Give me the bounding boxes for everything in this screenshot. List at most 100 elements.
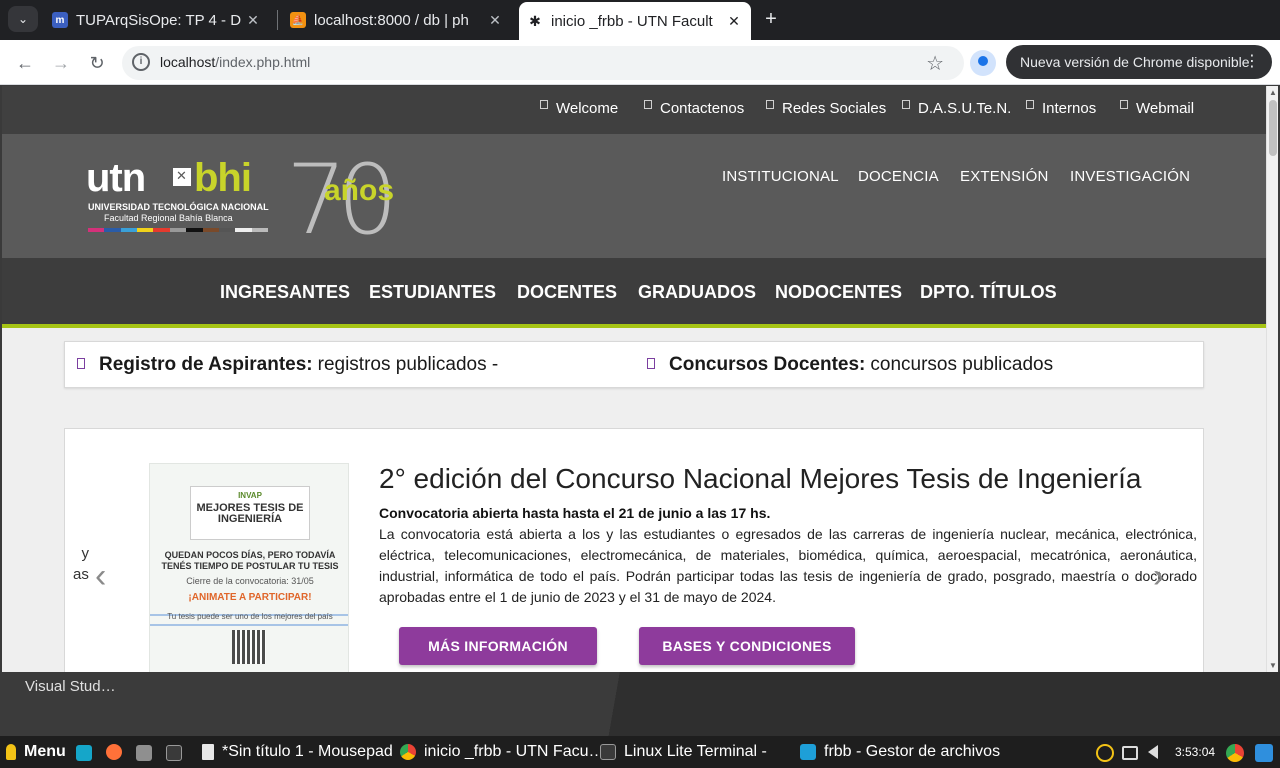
page-viewport: Welcome Contactenos Redes Sociales D.A.S… <box>2 86 1266 672</box>
nav-docencia[interactable]: DOCENCIA <box>858 168 939 185</box>
close-tab-icon[interactable]: ✕ <box>486 12 504 29</box>
update-label: Nueva versión de Chrome disponible <box>1020 54 1250 70</box>
nav-docentes[interactable]: DOCENTES <box>517 282 617 303</box>
tab-title: TUPArqSisOpe: TP 4 - D <box>76 11 242 29</box>
link-redes-sociales[interactable]: Redes Sociales <box>766 100 886 117</box>
new-tab-button[interactable]: + <box>760 8 782 30</box>
nav-estudiantes[interactable]: ESTUDIANTES <box>369 282 496 303</box>
link-contactenos[interactable]: Contactenos <box>644 100 744 117</box>
start-menu-button[interactable]: Menu <box>6 743 66 761</box>
nav-ingresantes[interactable]: INGRESANTES <box>220 282 350 303</box>
updates-tray-icon[interactable] <box>1096 744 1114 762</box>
scroll-thumb[interactable] <box>1269 100 1277 156</box>
show-desktop-icon[interactable] <box>76 745 92 761</box>
poster-foot: Tu tesis puede ser uno de los mejores de… <box>167 612 333 621</box>
poster-deadline: Cierre de la convocatoria: 31/05 <box>186 576 314 586</box>
carousel-prev-arrow-icon[interactable]: ‹ <box>95 557 106 596</box>
moodle-favicon-icon: m <box>52 12 68 28</box>
tab-strip: ⌄ m TUPArqSisOpe: TP 4 - D ✕ ⛵ localhost… <box>0 0 1280 40</box>
poster-headline: MEJORES TESIS DE INGENIERÍA <box>196 502 304 525</box>
folder-icon <box>800 744 816 760</box>
network-tray-icon[interactable] <box>1122 746 1138 760</box>
url-host: localhost <box>160 54 216 70</box>
logo-anos-text: años <box>324 174 395 207</box>
bases-condiciones-button[interactable]: BASES Y CONDICIONES <box>639 627 855 665</box>
chrome-tray-icon[interactable] <box>1226 744 1244 762</box>
news-concursos-docentes[interactable]: Concursos Docentes: concursos publicados <box>647 354 1053 376</box>
news-label: Registro de Aspirantes: <box>99 354 313 375</box>
taskbar-item-label: *Sin título 1 - Mousepad <box>222 743 393 760</box>
reload-button[interactable]: ↻ <box>84 50 110 76</box>
url-path: /index.php.html <box>215 54 311 70</box>
tab-phpmyadmin[interactable]: ⛵ localhost:8000 / db | ph ✕ <box>282 4 512 36</box>
phpmyadmin-favicon-icon: ⛵ <box>290 12 306 28</box>
chrome-update-button[interactable]: Nueva versión de Chrome disponible ⋮ <box>1006 45 1272 79</box>
carousel-next-arrow-icon[interactable]: › <box>1153 557 1164 596</box>
nav-nodocentes[interactable]: NODOCENTES <box>775 282 902 303</box>
link-label: Contactenos <box>660 100 745 117</box>
address-bar[interactable]: i localhost/index.php.html ☆ <box>122 46 964 80</box>
taskbar-mousepad[interactable]: *Sin título 1 - Mousepad <box>202 743 393 761</box>
link-dasuten[interactable]: D.A.S.U.Te.N. <box>902 100 1011 117</box>
taskbar-chrome[interactable]: inicio _frbb - UTN Facu… <box>400 743 605 761</box>
close-tab-icon[interactable]: ✕ <box>725 13 743 30</box>
link-webmail[interactable]: Webmail <box>1120 100 1194 117</box>
utn-favicon-icon: ✱ <box>529 12 541 29</box>
news-carousel: y as ‹ INVAP MEJORES TESIS DE INGENIERÍA … <box>64 428 1204 672</box>
tab-title: localhost:8000 / db | ph <box>314 11 469 29</box>
tab-search-button[interactable]: ⌄ <box>8 6 38 32</box>
kebab-menu-icon[interactable]: ⋮ <box>1244 51 1260 71</box>
poster-org: INVAP <box>238 491 262 500</box>
news-bullet-icon <box>647 357 655 369</box>
site-info-icon[interactable]: i <box>132 53 150 71</box>
link-label: Webmail <box>1136 100 1195 117</box>
poster-teaser: QUEDAN POCOS DÍAS, PERO TODAVÍA TENÉS TI… <box>161 550 339 571</box>
news-text: concursos publicados <box>870 354 1054 375</box>
menu-label: Menu <box>24 743 66 760</box>
linux-lite-logo-icon <box>6 744 16 760</box>
profile-avatar-icon[interactable] <box>970 50 996 76</box>
page-scrollbar[interactable]: ▲ ▼ <box>1266 86 1278 672</box>
file-manager-icon[interactable] <box>136 745 152 761</box>
close-tab-icon[interactable]: ✕ <box>244 12 262 29</box>
nav-investigacion[interactable]: INVESTIGACIÓN <box>1070 168 1190 185</box>
tab-tuparqsisope[interactable]: m TUPArqSisOpe: TP 4 - D ✕ <box>44 4 270 36</box>
back-button[interactable]: ← <box>12 50 38 76</box>
clock[interactable]: 3:53:04 <box>1175 745 1215 759</box>
nav-graduados[interactable]: GRADUADOS <box>638 282 756 303</box>
nav-extension[interactable]: EXTENSIÓN <box>960 168 1048 185</box>
desktop-window-label[interactable]: Visual Stud… <box>25 678 116 695</box>
utn-bhi-logo[interactable]: utn bhi UNIVERSIDAD TECNOLÓGICA NACIONAL… <box>86 144 416 256</box>
taskbar-item-label: frbb - Gestor de archivos <box>824 743 1001 760</box>
slide-subtitle: Convocatoria abierta hasta hasta el 21 d… <box>379 505 771 521</box>
taskbar-item-label: inicio _frbb - UTN Facu… <box>424 743 605 760</box>
news-label: Concursos Docentes: <box>669 354 866 375</box>
mas-informacion-button[interactable]: MÁS INFORMACIÓN <box>399 627 597 665</box>
firefox-icon[interactable] <box>106 744 122 760</box>
link-label: D.A.S.U.Te.N. <box>918 100 1012 117</box>
taskbar-file-manager[interactable]: frbb - Gestor de archivos <box>800 743 1000 761</box>
vscode-tray-icon[interactable] <box>1255 744 1273 762</box>
scroll-down-icon[interactable]: ▼ <box>1269 661 1277 670</box>
main-nav: INGRESANTES ESTUDIANTES DOCENTES GRADUAD… <box>2 258 1266 328</box>
logo-utn-text: utn <box>86 156 146 200</box>
link-icon <box>644 100 652 109</box>
contest-poster-image[interactable]: INVAP MEJORES TESIS DE INGENIERÍA QUEDAN… <box>149 463 349 672</box>
news-registro-aspirantes[interactable]: Registro de Aspirantes: registros public… <box>77 354 498 376</box>
volume-tray-icon[interactable] <box>1148 745 1158 759</box>
terminal-icon <box>600 744 616 760</box>
tab-inicio-frbb[interactable]: ✱ inicio _frbb - UTN Facult ✕ <box>519 2 751 40</box>
link-welcome[interactable]: Welcome <box>540 100 618 117</box>
forward-button[interactable]: → <box>48 50 74 76</box>
link-internos[interactable]: Internos <box>1026 100 1096 117</box>
taskbar: Menu *Sin título 1 - Mousepad inicio _fr… <box>0 736 1280 768</box>
scroll-up-icon[interactable]: ▲ <box>1269 88 1277 97</box>
nav-dpto-titulos[interactable]: DPTO. TÍTULOS <box>920 282 1057 303</box>
taskbar-terminal[interactable]: Linux Lite Terminal - <box>600 743 767 761</box>
bookmark-star-icon[interactable]: ☆ <box>926 51 944 76</box>
terminal-icon[interactable] <box>166 745 182 761</box>
news-text: registros publicados - <box>317 354 499 375</box>
news-bullet-icon <box>77 357 85 369</box>
url-text[interactable]: localhost/index.php.html <box>160 54 310 70</box>
nav-institucional[interactable]: INSTITUCIONAL <box>722 168 839 185</box>
